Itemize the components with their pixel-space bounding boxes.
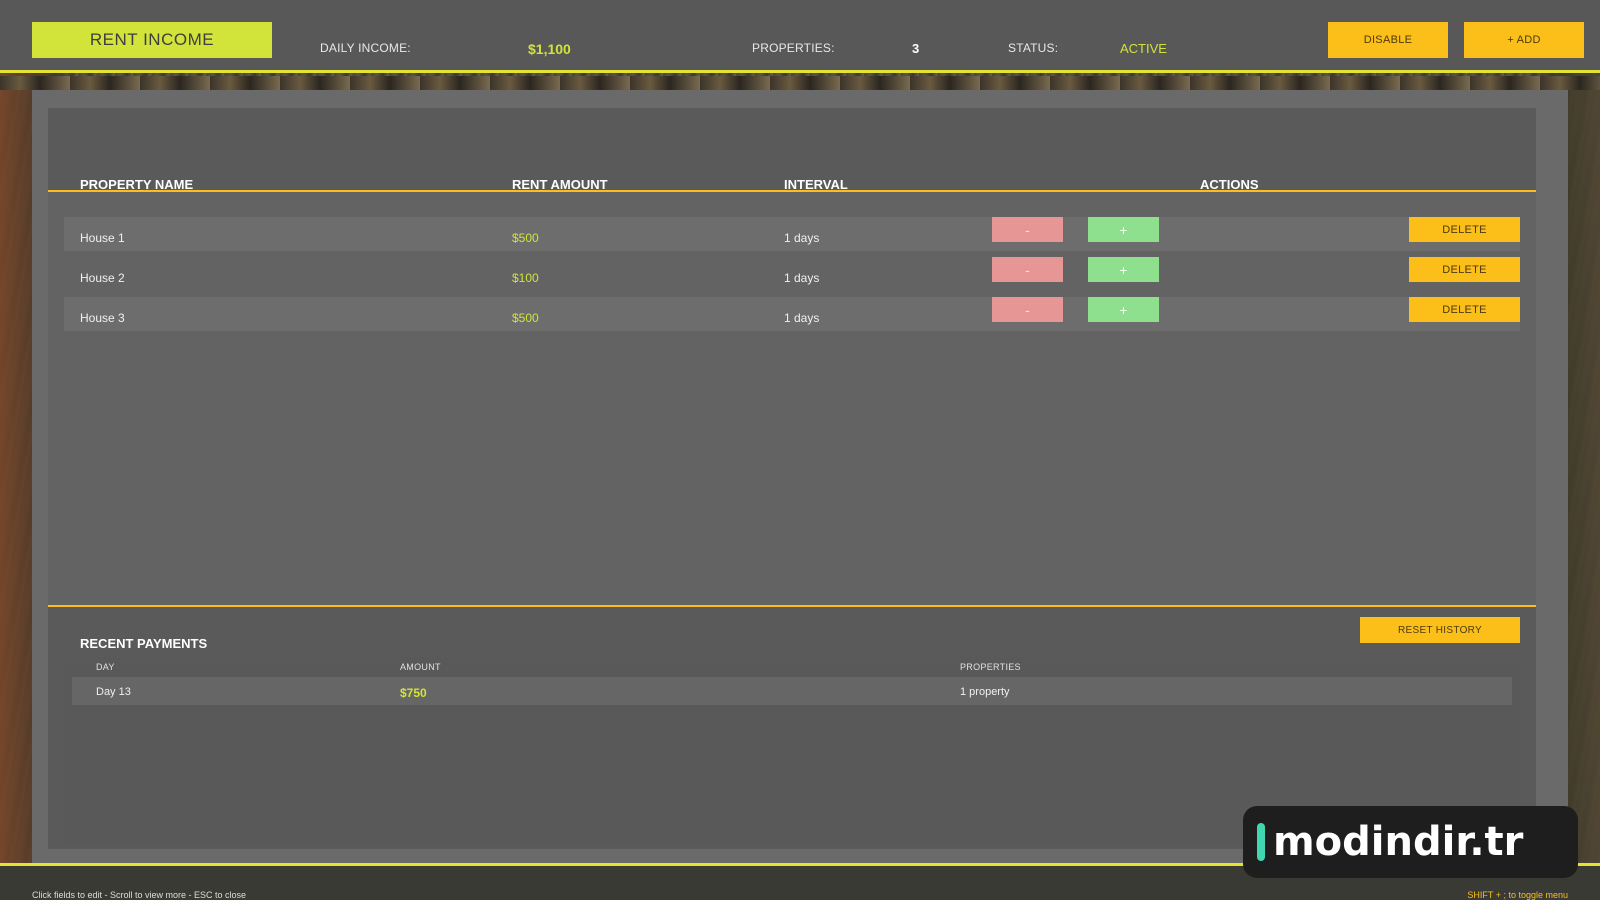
property-name[interactable]: House 1 (80, 231, 125, 245)
decrease-button-3[interactable]: - (992, 297, 1063, 322)
property-name[interactable]: House 3 (80, 311, 125, 325)
payments-column-amount: AMOUNT (400, 662, 441, 672)
increase-button-3[interactable]: + (1088, 297, 1159, 322)
property-name[interactable]: House 2 (80, 271, 125, 285)
payment-day: Day 13 (96, 686, 131, 698)
column-header-actions: ACTIONS (1200, 177, 1259, 192)
daily-income-label: DAILY INCOME: (320, 41, 411, 55)
payments-column-properties: PROPERTIES (960, 662, 1021, 672)
column-header-interval: INTERVAL (784, 177, 848, 192)
decrease-button-2[interactable]: - (992, 257, 1063, 282)
watermark-logo: modindir.tr (1243, 806, 1578, 878)
reset-history-button[interactable]: RESET HISTORY (1360, 617, 1520, 643)
delete-button-3[interactable]: DELETE (1409, 297, 1520, 322)
property-row-1: House 1 $500 1 days (64, 217, 1520, 251)
delete-button-1[interactable]: DELETE (1409, 217, 1520, 242)
background-strip (0, 76, 1600, 90)
payments-column-day: DAY (96, 662, 115, 672)
help-hint: Click fields to edit - Scroll to view mo… (32, 890, 247, 900)
property-row-2: House 2 $100 1 days (64, 257, 1520, 291)
payment-row: Day 13 $750 1 property (72, 677, 1512, 705)
top-bar: RENT INCOME DAILY INCOME: $1,100 PROPERT… (0, 0, 1600, 73)
column-header-rent-amount: RENT AMOUNT (512, 177, 608, 192)
payment-properties: 1 property (960, 686, 1010, 698)
toggle-hint: SHIFT + ; to toggle menu (1467, 890, 1568, 900)
rent-amount[interactable]: $500 (512, 231, 539, 245)
properties-count-value: 3 (912, 41, 920, 56)
increase-button-1[interactable]: + (1088, 217, 1159, 242)
status-label: STATUS: (1008, 41, 1059, 55)
watermark-bar-icon (1257, 823, 1265, 861)
rent-amount[interactable]: $500 (512, 311, 539, 325)
rent-amount[interactable]: $100 (512, 271, 539, 285)
rent-interval[interactable]: 1 days (784, 231, 819, 245)
property-row-3: House 3 $500 1 days (64, 297, 1520, 331)
decrease-button-1[interactable]: - (992, 217, 1063, 242)
increase-button-2[interactable]: + (1088, 257, 1159, 282)
rent-interval[interactable]: 1 days (784, 311, 819, 325)
status-value: ACTIVE (1120, 41, 1167, 56)
recent-payments-title: RECENT PAYMENTS (80, 636, 208, 651)
properties-count-label: PROPERTIES: (752, 41, 835, 55)
disable-button[interactable]: DISABLE (1328, 22, 1448, 58)
add-property-button[interactable]: + ADD (1464, 22, 1584, 58)
delete-button-2[interactable]: DELETE (1409, 257, 1520, 282)
app-title: RENT INCOME (32, 22, 272, 58)
watermark-text: modindir.tr (1273, 819, 1524, 865)
rent-interval[interactable]: 1 days (784, 271, 819, 285)
daily-income-value: $1,100 (528, 41, 571, 57)
column-header-property-name: PROPERTY NAME (80, 177, 194, 192)
payment-amount: $750 (400, 686, 427, 700)
